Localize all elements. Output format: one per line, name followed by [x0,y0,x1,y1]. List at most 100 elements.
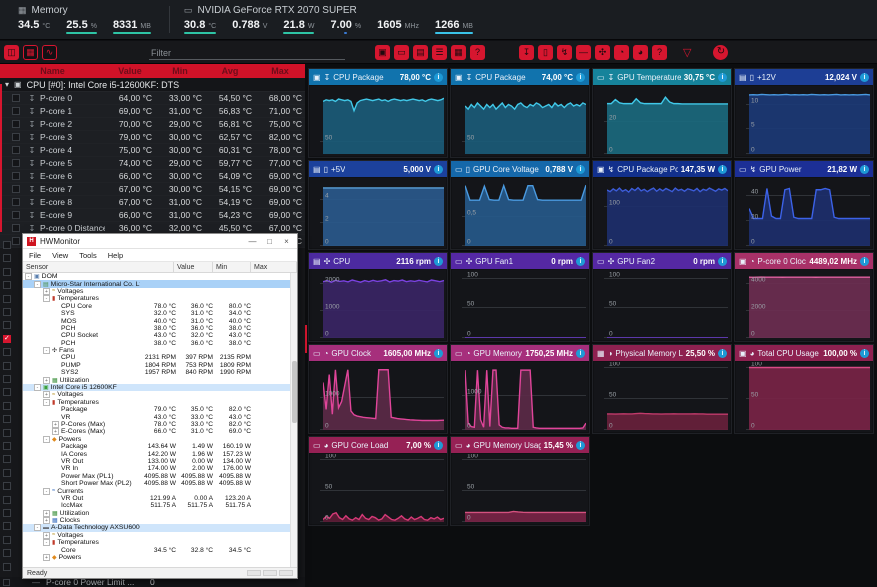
power-filter-button[interactable]: ↯ [557,44,572,60]
close-button[interactable]: × [280,237,293,246]
hwmonitor-tree-row[interactable]: - ▮ Temperatures [23,295,297,303]
hwmonitor-tree-row[interactable]: CPU Socket 43.0 °C 32.0 °C 43.0 °C [23,332,297,339]
info-icon[interactable]: i [860,256,869,266]
info-icon[interactable]: i [576,348,585,358]
menu-help[interactable]: Help [108,251,123,260]
expand-toggle-icon[interactable]: - [43,295,50,303]
row-checkbox[interactable] [3,495,11,504]
hwm-column-max[interactable]: Max [251,262,297,272]
row-checkbox[interactable] [3,522,11,531]
expand-toggle-icon[interactable]: - [43,398,50,406]
expand-toggle-icon[interactable]: - [43,539,50,547]
row-checkbox[interactable] [3,267,11,276]
sensor-row[interactable]: ↧ P-core 4 75,00 °C 30,00 °C 60,31 °C 78,00 °… [0,144,305,157]
minimize-button[interactable]: — [246,237,259,246]
table-view-button[interactable]: ▦ [23,44,38,60]
column-header-avg[interactable]: Avg [205,66,255,76]
hwm-column-value[interactable]: Value [174,262,213,272]
row-checkbox[interactable] [3,348,11,357]
tile-header[interactable]: ▦◑Physical Memory Load25,50 %i [593,345,731,361]
sensor-row[interactable]: ↧ E-core 7 67,00 °C 30,00 °C 54,15 °C 69,00 °… [0,183,305,196]
sensor-row[interactable]: ↧ P-core 1 69,00 °C 31,00 °C 56,83 °C 71,00 °… [0,105,305,118]
sensor-row[interactable]: ↧ E-core 6 66,00 °C 30,00 °C 54,09 °C 69,00 °… [0,170,305,183]
split-view-button[interactable]: ◫ [4,44,19,60]
info-icon[interactable]: i [434,440,443,450]
tile-header[interactable]: ▣↯CPU Package Power147,35 Wi [593,161,731,177]
info-icon[interactable]: i [576,72,585,82]
hwmonitor-tree-row[interactable]: IA Cores 142.20 W 1.96 W 157.23 W [23,450,297,458]
row-checkbox[interactable] [3,535,11,544]
tile-header[interactable]: ▣ ◔ P-core 0 Clock 4489,02 MHz i [735,253,873,269]
tile-header[interactable]: ▭ ↧ GPU Temperature 30,75 °C i [593,69,731,85]
hwm-column-min[interactable]: Min [213,262,251,272]
tile-header[interactable]: ▭ ◕ GPU Core Load 7,00 % i [309,437,447,453]
hwmonitor-tree-row[interactable]: VR 43.0 °C 33.0 °C 43.0 °C [23,413,297,421]
info-icon[interactable]: i [576,256,585,266]
sensor-group-row[interactable]: ▾ ▣ CPU [#0]: Intel Core i5-12600KF: DTS [0,78,305,92]
voltage-filter-button[interactable]: ▯ [538,44,553,60]
current-filter-button[interactable]: — [576,44,591,60]
sensor-row[interactable]: ↧ P-core 0 64,00 °C 33,00 °C 54,50 °C 68,00 °… [0,92,305,105]
tile-header[interactable]: ▭ ◔ GPU Clock 1605,00 MHz i [309,345,447,361]
gpu-filter-button[interactable]: ▭ [394,44,409,60]
hwmonitor-tree-row[interactable]: + ▦ Utilization [23,509,297,517]
tile-header[interactable]: ▭ ◕ GPU Memory Usage 15,45 % i [451,437,589,453]
expand-toggle-icon[interactable]: - [25,273,32,281]
info-icon[interactable]: i [718,348,727,358]
tile-header[interactable]: ▤ ✣ CPU 2116 rpm i [309,253,447,269]
expand-toggle-icon[interactable]: - [43,487,50,495]
sensor-row[interactable]: ↧ P-core 5 74,00 °C 29,00 °C 59,77 °C 77,00 °… [0,157,305,170]
tile-header[interactable]: ▭◔GPU Memory Clock1750,25 MHzi [451,345,589,361]
row-checkbox[interactable] [3,375,11,383]
graph-view-button[interactable]: ∿ [42,44,57,60]
tile-header[interactable]: ▣ ◕ Total CPU Usage 100,00 % i [735,345,873,361]
row-checkbox[interactable] [3,549,11,558]
graph-grid-scrollbar[interactable] [305,325,307,353]
hwmonitor-tree-row[interactable]: Package 79.0 °C 35.0 °C 82.0 °C [23,406,297,413]
info-icon[interactable]: i [860,164,869,174]
tile-header[interactable]: ▤ ▯ +5V 5,000 Vi [309,161,447,177]
row-checkbox[interactable] [3,334,11,343]
expand-toggle-icon[interactable]: + [52,428,59,436]
row-checkbox[interactable] [3,361,11,370]
expand-toggle-icon[interactable]: - [34,280,41,288]
hwmonitor-tree-row[interactable]: - ▣ Intel Core i5 12600KF [23,383,297,392]
memory-filter-button[interactable]: ▦ [451,44,466,60]
unknown-source-button[interactable]: ? [470,44,485,60]
hwmonitor-tree-row[interactable]: - ✣ Fans [23,347,297,355]
menu-file[interactable]: File [29,251,41,260]
sensor-panel-scrollbar[interactable] [0,84,2,232]
row-checkbox[interactable] [3,281,11,290]
sensor-row[interactable]: ↧ E-core 8 67,00 °C 31,00 °C 54,19 °C 69,00 °… [0,196,305,209]
hwmonitor-tree-row[interactable]: SYS 32.0 °C 31.0 °C 34.0 °C [23,310,297,317]
hwmonitor-tree-row[interactable]: + ▦ Utilization [23,376,297,384]
storage-filter-button[interactable]: ▤ [413,44,428,60]
row-checkbox[interactable] [3,241,11,249]
row-checkbox[interactable] [3,468,11,477]
menu-view[interactable]: View [52,251,68,260]
hwmonitor-tree-row[interactable]: MOS 40.0 °C 31.0 °C 40.0 °C [23,317,297,325]
expand-toggle-icon[interactable]: - [43,435,50,443]
hwmonitor-tree-row[interactable]: VR In 174.00 W 2.00 W 176.00 W [23,465,297,472]
hwmonitor-tree-row[interactable]: IccMax 511.75 A 511.75 A 511.75 A [23,502,297,509]
expand-toggle-icon[interactable]: + [43,376,50,384]
expand-toggle-icon[interactable]: + [43,509,50,517]
row-checkbox[interactable] [3,388,11,397]
info-icon[interactable]: i [718,256,727,266]
expand-toggle-icon[interactable]: + [43,391,50,399]
sensor-row[interactable]: ↧ P-core 2 70,00 °C 29,00 °C 56,81 °C 75,00 °… [0,118,305,131]
hwmonitor-tree-row[interactable]: Short Power Max (PL2) 4095.88 W 4095.88 W 4… [23,480,297,487]
clock-filter-button[interactable]: ◔ [614,44,629,60]
hwmonitor-tree-row[interactable]: - ▣ DOM [23,273,297,281]
hwmonitor-tree-row[interactable]: PCH 38.0 °C 36.0 °C 38.0 °C [23,340,297,347]
info-icon[interactable]: i [718,72,727,82]
hwmonitor-tree-row[interactable]: PUMP 1804 RPM 753 RPM 1809 RPM [23,362,297,369]
column-header-min[interactable]: Min [155,66,205,76]
hwmonitor-scrollbar[interactable] [290,273,297,567]
hwmonitor-tree-row[interactable]: CPU Core 78.0 °C 36.0 °C 80.0 °C [23,303,297,310]
hwmonitor-tree-row[interactable]: + ≈ Voltages [23,531,297,539]
info-icon[interactable]: i [434,164,443,174]
expand-toggle-icon[interactable]: + [43,531,50,539]
row-checkbox[interactable] [3,321,11,330]
tile-header[interactable]: ▭ ✣ GPU Fan1 0 rpm i [451,253,589,269]
